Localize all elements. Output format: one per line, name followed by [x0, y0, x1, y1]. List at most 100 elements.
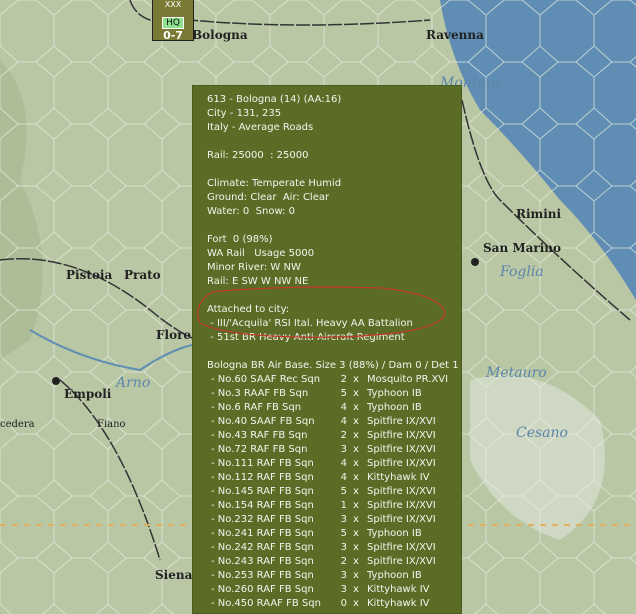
squadron-name: - No.111 RAF FB Sqn [211, 458, 314, 469]
times-sign: x [353, 598, 359, 609]
tooltip-line: City - 131, 235 [207, 108, 282, 119]
river-label: Arno [116, 375, 151, 391]
tooltip-line: Rail: 25000 : 25000 [207, 150, 309, 161]
aircraft-count: 3 [340, 542, 347, 553]
aircraft-type: Spitfire IX/XVI [367, 514, 436, 525]
aircraft-type: Typhoon IB [367, 402, 422, 413]
aircraft-count: 3 [340, 444, 347, 455]
city-label: San Marino [483, 241, 562, 255]
city-label: Rimini [516, 207, 562, 221]
tooltip-line: - III/'Acquila' RSI Ital. Heavy AA Batta… [207, 318, 413, 329]
aircraft-type: Spitfire IX/XVI [367, 556, 436, 567]
squadron-name: - No.60 SAAF Rec Sqn [211, 374, 321, 385]
city-label: Flore [156, 328, 192, 342]
squadron-row: - No.72 RAF FB Sqn 3 x Spitfire IX/XVI [207, 443, 457, 457]
aircraft-type: Kittyhawk IV [367, 584, 430, 595]
squadron-name: - No.232 RAF FB Sqn [211, 514, 314, 525]
hq-unit-counter[interactable]: XXX HQ 0-7 [152, 0, 194, 42]
aircraft-count: 4 [340, 458, 347, 469]
aircraft-type: Typhoon IB [367, 388, 422, 399]
squadron-name: - No.43 RAF FB Sqn [211, 430, 308, 441]
squadron-name: - No.40 SAAF FB Sqn [211, 416, 315, 427]
tooltip-line: - 51st BR Heavy Anti-Aircraft Regiment [207, 332, 405, 343]
city-label: Empoli [64, 387, 112, 401]
aircraft-type: Spitfire IX/XVI [367, 444, 436, 455]
times-sign: x [353, 556, 359, 567]
tooltip-line: Minor River: W NW [207, 262, 301, 273]
times-sign: x [353, 430, 359, 441]
squadron-name: - No.242 RAF FB Sqn [211, 542, 314, 553]
aircraft-type: Spitfire IX/XVI [367, 416, 436, 427]
squadron-row: - No.60 SAAF Rec Sqn 2 x Mosquito PR.XVI [207, 373, 457, 387]
squadron-name: - No.253 RAF FB Sqn [211, 570, 314, 581]
tooltip-line: Rail: E SW W NW NE [207, 276, 309, 287]
aircraft-count: 2 [340, 430, 347, 441]
squadron-name: - No.112 RAF FB Sqn [211, 472, 314, 483]
aircraft-type: Mosquito PR.XVI [367, 374, 449, 385]
squadron-row: - No.145 RAF FB Sqn 5 x Spitfire IX/XVI [207, 485, 457, 499]
aircraft-type: Spitfire IX/XVI [367, 458, 436, 469]
aircraft-count: 3 [340, 570, 347, 581]
aircraft-type: Spitfire IX/XVI [367, 486, 436, 497]
squadron-row: - No.40 SAAF FB Sqn 4 x Spitfire IX/XVI [207, 415, 457, 429]
tooltip-line: 613 - Bologna (14) (AA:16) [207, 94, 342, 105]
times-sign: x [353, 416, 359, 427]
city-label: Ravenna [426, 28, 484, 42]
times-sign: x [353, 458, 359, 469]
aircraft-count: 4 [340, 416, 347, 427]
tooltip-line: Water: 0 Snow: 0 [207, 206, 295, 217]
squadron-row: - No.3 RAAF FB Sqn 5 x Typhoon IB [207, 387, 457, 401]
squadron-name: - No.72 RAF FB Sqn [211, 444, 308, 455]
tooltip-line: Ground: Clear Air: Clear [207, 192, 330, 203]
aircraft-count: 2 [340, 374, 347, 385]
squadron-row: - No.112 RAF FB Sqn 4 x Kittyhawk IV [207, 471, 457, 485]
river-label: Metauro [486, 365, 547, 381]
times-sign: x [353, 444, 359, 455]
city-label: Bologna [192, 28, 248, 42]
aircraft-type: Spitfire IX/XVI [367, 500, 436, 511]
aircraft-count: 0 [340, 598, 347, 609]
times-sign: x [353, 570, 359, 581]
aircraft-count: 5 [340, 528, 347, 539]
aircraft-type: Typhoon IB [367, 570, 422, 581]
squadron-row: - No.260 RAF FB Sqn 3 x Kittyhawk IV [207, 583, 457, 597]
squadron-name: - No.3 RAAF FB Sqn [211, 388, 309, 399]
squadron-row: - No.154 RAF FB Sqn 1 x Spitfire IX/XVI [207, 499, 457, 513]
tooltip-line: Italy - Average Roads [207, 122, 314, 133]
times-sign: x [353, 388, 359, 399]
times-sign: x [353, 472, 359, 483]
tooltip-line: WA Rail Usage 5000 [207, 248, 315, 259]
tooltip-line: Bologna BR Air Base. Size 3 (88%) / Dam … [207, 360, 459, 371]
aircraft-count: 4 [340, 402, 347, 413]
times-sign: x [353, 584, 359, 595]
squadron-row: - No.111 RAF FB Sqn 4 x Spitfire IX/XVI [207, 457, 457, 471]
unit-type: HQ [162, 17, 184, 29]
times-sign: x [353, 486, 359, 497]
squadron-row: - No.243 RAF FB Sqn 2 x Spitfire IX/XVI [207, 555, 457, 569]
aircraft-type: Kittyhawk IV [367, 598, 430, 609]
hex-info-tooltip: 613 - Bologna (14) (AA:16) City - 131, 23… [192, 85, 462, 614]
times-sign: x [353, 500, 359, 511]
times-sign: x [353, 402, 359, 413]
squadron-name: - No.241 RAF FB Sqn [211, 528, 314, 539]
tooltip-line: Fort 0 (98%) [207, 234, 273, 245]
squadron-name: - No.154 RAF FB Sqn [211, 500, 314, 511]
aircraft-count: 5 [340, 388, 347, 399]
aircraft-count: 5 [340, 486, 347, 497]
times-sign: x [353, 542, 359, 553]
squadron-name: - No.260 RAF FB Sqn [211, 584, 314, 595]
aircraft-count: 2 [340, 556, 347, 567]
tooltip-line: Climate: Temperate Humid [207, 178, 342, 189]
tooltip-line: Attached to city: [207, 304, 290, 315]
city-label: Siena [155, 568, 193, 582]
unit-size: XXX [164, 0, 182, 9]
city-label: cedera [0, 419, 35, 430]
times-sign: x [353, 514, 359, 525]
city-label: Prato [124, 268, 161, 282]
aircraft-count: 3 [340, 584, 347, 595]
city-label: Pistoia [66, 268, 113, 282]
aircraft-type: Kittyhawk IV [367, 472, 430, 483]
squadron-row: - No.253 RAF FB Sqn 3 x Typhoon IB [207, 569, 457, 583]
aircraft-count: 4 [340, 472, 347, 483]
river-label: Cesano [516, 425, 568, 441]
